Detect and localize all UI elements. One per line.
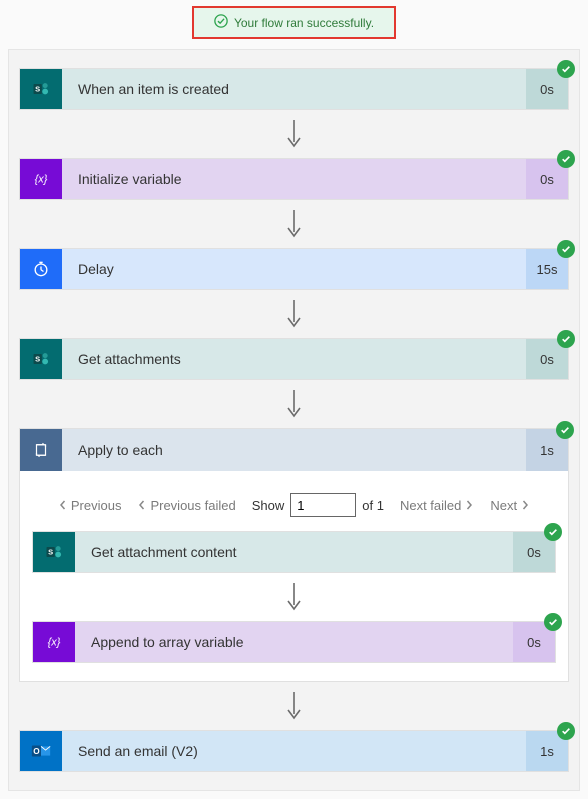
success-badge-icon (544, 523, 562, 541)
svg-text:S: S (35, 85, 40, 94)
loop-body: Previous Previous failed Show of 1 Next … (20, 471, 568, 681)
success-badge-icon (557, 330, 575, 348)
step-append-to-array[interactable]: {x} Append to array variable 0s (32, 621, 556, 663)
success-badge-icon (557, 150, 575, 168)
pager-of-label: of 1 (362, 498, 384, 513)
step-title: Apply to each (62, 429, 526, 471)
svg-text:S: S (48, 548, 53, 557)
step-send-email[interactable]: O Send an email (V2) 1s (19, 730, 569, 772)
svg-text:{x}: {x} (48, 637, 61, 649)
pager-next[interactable]: Next (490, 498, 530, 513)
sharepoint-icon: S (20, 339, 62, 379)
step-title: Initialize variable (62, 159, 526, 199)
success-badge-icon (556, 421, 574, 439)
success-banner: Your flow ran successfully. (192, 6, 396, 39)
check-circle-icon (214, 14, 228, 31)
sharepoint-icon: S (20, 69, 62, 109)
step-get-attachment-content[interactable]: S Get attachment content 0s (32, 531, 556, 573)
svg-text:S: S (35, 355, 40, 364)
loop-icon (20, 429, 62, 471)
arrow-down-icon (19, 200, 569, 248)
sharepoint-icon: S (33, 532, 75, 572)
success-badge-icon (557, 240, 575, 258)
variable-icon: {x} (33, 622, 75, 662)
arrow-down-icon (19, 110, 569, 158)
success-badge-icon (544, 613, 562, 631)
step-title: Send an email (V2) (62, 731, 526, 771)
arrow-down-icon (32, 573, 556, 621)
step-title: Get attachments (62, 339, 526, 379)
step-trigger[interactable]: S When an item is created 0s (19, 68, 569, 110)
pager-next-failed[interactable]: Next failed (400, 498, 474, 513)
arrow-down-icon (19, 682, 569, 730)
pager-previous-failed[interactable]: Previous failed (137, 498, 235, 513)
success-badge-icon (557, 60, 575, 78)
outlook-icon: O (20, 731, 62, 771)
step-title: Get attachment content (75, 532, 513, 572)
svg-text:O: O (33, 747, 40, 756)
pager-index-input[interactable] (290, 493, 356, 517)
flow-canvas: S When an item is created 0s {x} Initial… (8, 49, 580, 791)
arrow-down-icon (19, 380, 569, 428)
pager-previous[interactable]: Previous (58, 498, 122, 513)
pager-show-label: Show (252, 498, 285, 513)
success-badge-icon (557, 722, 575, 740)
svg-text:{x}: {x} (35, 174, 48, 186)
arrow-down-icon (19, 290, 569, 338)
step-title: Delay (62, 249, 526, 289)
success-banner-text: Your flow ran successfully. (234, 16, 374, 30)
step-title: Append to array variable (75, 622, 513, 662)
step-initialize-variable[interactable]: {x} Initialize variable 0s (19, 158, 569, 200)
loop-pager: Previous Previous failed Show of 1 Next … (32, 485, 556, 531)
step-get-attachments[interactable]: S Get attachments 0s (19, 338, 569, 380)
clock-icon (20, 249, 62, 289)
step-apply-to-each[interactable]: Apply to each 1s Previous Previous faile… (19, 428, 569, 682)
step-delay[interactable]: Delay 15s (19, 248, 569, 290)
variable-icon: {x} (20, 159, 62, 199)
step-title: When an item is created (62, 69, 526, 109)
